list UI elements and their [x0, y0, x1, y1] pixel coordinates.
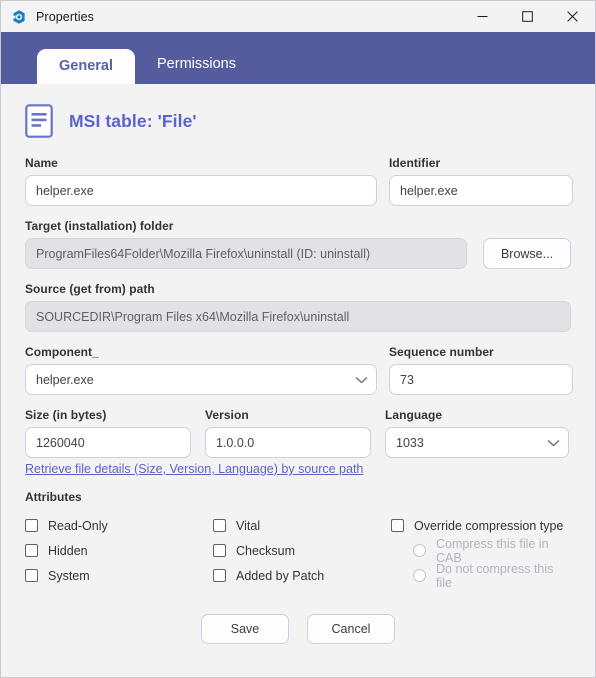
component-value: helper.exe — [36, 372, 94, 387]
checkbox-read-only[interactable]: Read-Only — [25, 513, 213, 538]
language-value: 1033 — [396, 435, 424, 450]
retrieve-file-details-link[interactable]: Retrieve file details (Size, Version, La… — [25, 462, 363, 476]
msi-table-document-icon — [25, 104, 53, 138]
source-path-value: SOURCEDIR\Program Files x64\Mozilla Fire… — [36, 309, 350, 324]
checkbox-label: Vital — [236, 518, 261, 533]
radio-icon — [413, 569, 426, 582]
size-value: 1260040 — [36, 435, 85, 450]
name-group: Name helper.exe — [25, 156, 377, 206]
window-title: Properties — [36, 9, 94, 24]
checkbox-label: Checksum — [236, 543, 296, 558]
checkbox-label: Read-Only — [48, 518, 108, 533]
close-icon[interactable] — [550, 1, 595, 32]
tab-strip: General Permissions — [1, 32, 595, 84]
checkbox-icon — [213, 519, 226, 532]
properties-window: Properties General Permissions MSI table… — [0, 0, 596, 678]
checkbox-icon — [25, 569, 38, 582]
source-path-group: Source (get from) path SOURCEDIR\Program… — [25, 282, 571, 332]
sequence-number-label: Sequence number — [389, 345, 494, 359]
identifier-group: Identifier helper.exe — [389, 156, 573, 206]
size-input[interactable]: 1260040 — [25, 427, 191, 458]
checkbox-checksum[interactable]: Checksum — [213, 538, 391, 563]
checkbox-icon — [391, 519, 404, 532]
maximize-icon[interactable] — [505, 1, 550, 32]
browse-button[interactable]: Browse... — [483, 238, 571, 269]
name-label: Name — [25, 156, 58, 170]
checkbox-hidden[interactable]: Hidden — [25, 538, 213, 563]
target-folder-input: ProgramFiles64Folder\Mozilla Firefox\uni… — [25, 238, 467, 269]
attributes-column-b: Vital Checksum Added by Patch — [213, 513, 391, 588]
identifier-value: helper.exe — [400, 183, 458, 198]
panel-header: MSI table: 'File' — [25, 104, 571, 138]
attributes-section: Read-Only Hidden System Vital Checksum A… — [25, 513, 571, 590]
dialog-footer: Save Cancel — [25, 614, 571, 644]
version-value: 1.0.0.0 — [216, 435, 255, 450]
size-version-language-row: Size (in bytes) 1260040 Version 1.0.0.0 … — [25, 408, 571, 458]
chevron-down-icon — [355, 373, 368, 387]
target-folder-row: ProgramFiles64Folder\Mozilla Firefox\uni… — [25, 238, 571, 269]
checkbox-icon — [25, 519, 38, 532]
size-group: Size (in bytes) 1260040 — [25, 408, 191, 458]
save-button[interactable]: Save — [201, 614, 289, 644]
general-tab-panel: MSI table: 'File' Name helper.exe Identi… — [1, 84, 595, 677]
cancel-button[interactable]: Cancel — [307, 614, 395, 644]
tab-permissions[interactable]: Permissions — [135, 49, 258, 84]
size-label: Size (in bytes) — [25, 408, 107, 422]
checkbox-system[interactable]: System — [25, 563, 213, 588]
language-label: Language — [385, 408, 443, 422]
radio-label: Do not compress this file — [436, 561, 554, 590]
checkbox-icon — [213, 544, 226, 557]
radio-label: Compress this file in CAB — [436, 536, 549, 565]
name-identifier-row: Name helper.exe Identifier helper.exe — [25, 156, 573, 206]
chevron-down-icon — [547, 436, 560, 450]
checkbox-added-by-patch[interactable]: Added by Patch — [213, 563, 391, 588]
page-title: MSI table: 'File' — [69, 110, 197, 131]
target-folder-group: Target (installation) folder ProgramFile… — [25, 219, 571, 269]
target-folder-value: ProgramFiles64Folder\Mozilla Firefox\uni… — [36, 246, 371, 261]
properties-app-icon — [11, 9, 27, 25]
sequence-number-value: 73 — [400, 372, 414, 387]
checkbox-override-compression-type[interactable]: Override compression type — [391, 513, 571, 538]
source-path-label: Source (get from) path — [25, 282, 155, 296]
component-group: Component_ helper.exe — [25, 345, 377, 395]
attributes-heading: Attributes — [25, 490, 82, 504]
radio-icon — [413, 544, 426, 557]
name-input[interactable]: helper.exe — [25, 175, 377, 206]
checkbox-label: System — [48, 568, 90, 583]
version-label: Version — [205, 408, 249, 422]
source-path-input: SOURCEDIR\Program Files x64\Mozilla Fire… — [25, 301, 571, 332]
radio-compress-in-cab: Compress this file in CAB — [391, 536, 571, 565]
checkbox-label: Hidden — [48, 543, 88, 558]
minimize-icon[interactable] — [460, 1, 505, 32]
checkbox-icon — [213, 569, 226, 582]
version-group: Version 1.0.0.0 — [205, 408, 371, 458]
component-label: Component_ — [25, 345, 99, 359]
language-group: Language 1033 — [385, 408, 569, 458]
attributes-column-a: Read-Only Hidden System — [25, 513, 213, 588]
title-bar: Properties — [1, 1, 595, 32]
radio-do-not-compress: Do not compress this file — [391, 561, 571, 590]
identifier-label: Identifier — [389, 156, 441, 170]
sequence-number-input[interactable]: 73 — [389, 364, 573, 395]
tab-general[interactable]: General — [37, 49, 135, 84]
language-select[interactable]: 1033 — [385, 427, 569, 458]
window-controls — [460, 1, 595, 32]
checkbox-label: Added by Patch — [236, 568, 325, 583]
checkbox-label: Override compression type — [414, 518, 564, 533]
identifier-input[interactable]: helper.exe — [389, 175, 573, 206]
component-select[interactable]: helper.exe — [25, 364, 377, 395]
target-folder-label: Target (installation) folder — [25, 219, 174, 233]
version-input[interactable]: 1.0.0.0 — [205, 427, 371, 458]
attributes-column-c: Override compression type Compress this … — [391, 513, 571, 590]
name-value: helper.exe — [36, 183, 94, 198]
component-sequence-row: Component_ helper.exe Sequence number 73 — [25, 345, 573, 395]
checkbox-icon — [25, 544, 38, 557]
checkbox-vital[interactable]: Vital — [213, 513, 391, 538]
sequence-number-group: Sequence number 73 — [389, 345, 573, 395]
